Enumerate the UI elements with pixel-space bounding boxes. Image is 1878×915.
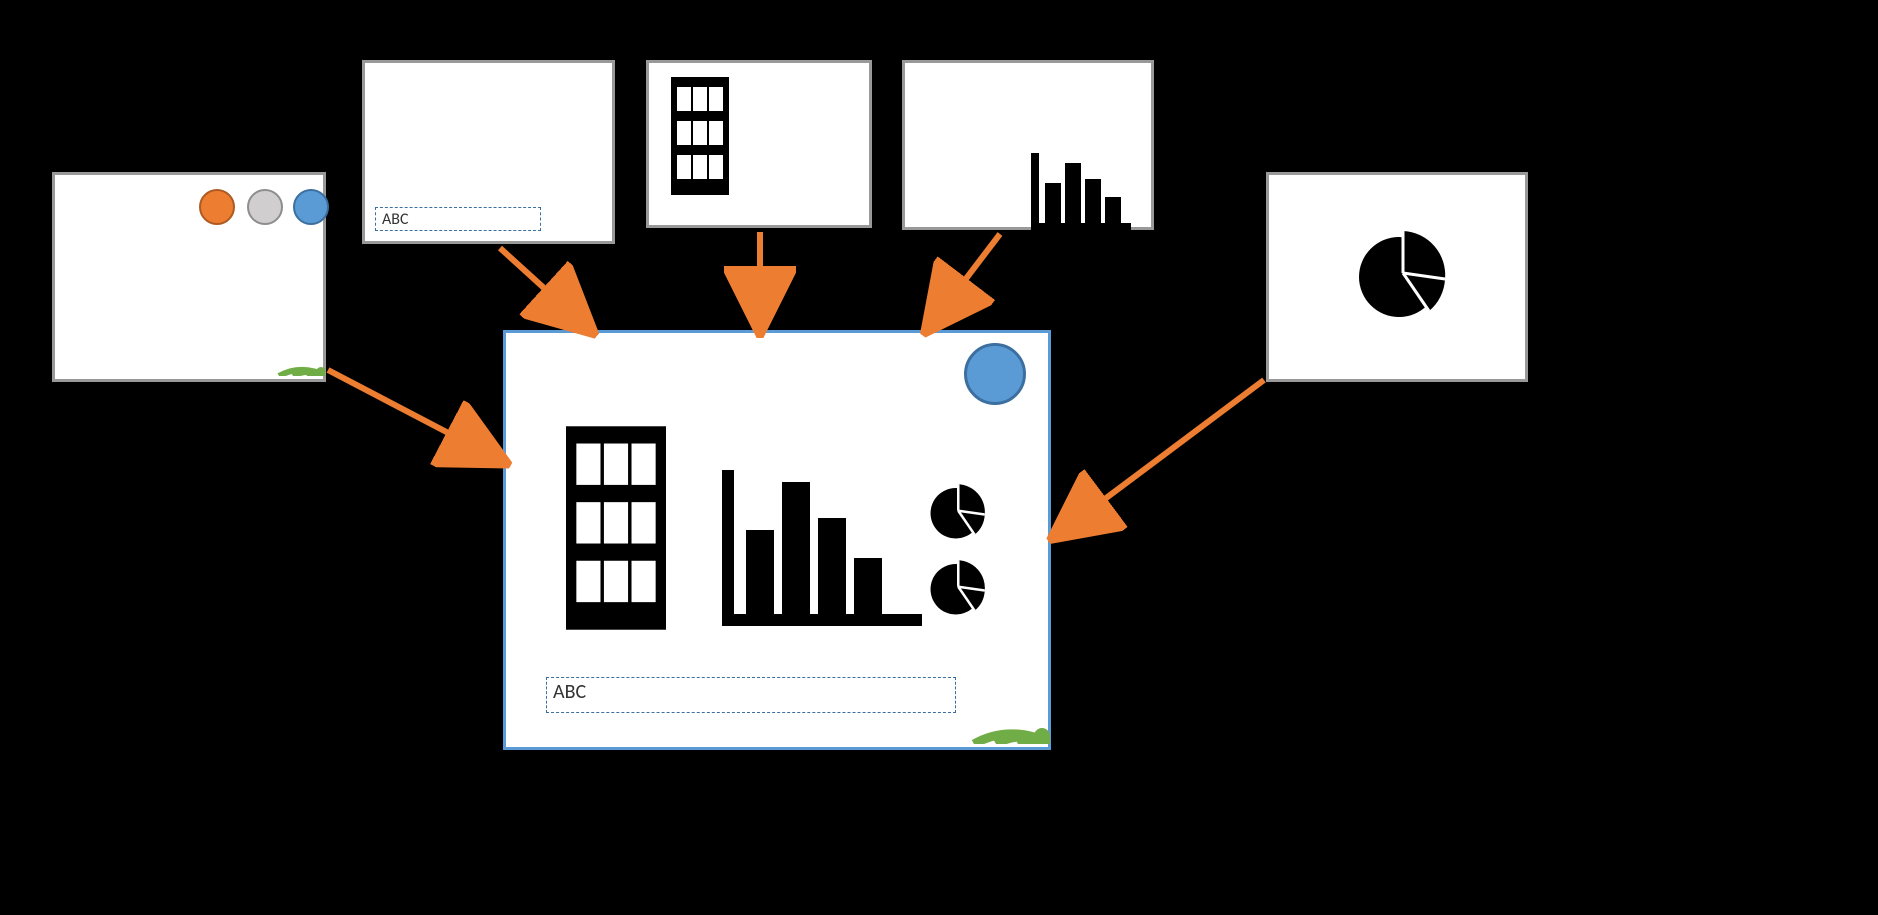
arrow-icon (328, 370, 500, 460)
arrow-icon (930, 234, 1000, 326)
arrow-icon (1058, 380, 1264, 534)
arrow-icon (500, 248, 588, 328)
arrows-layer (0, 0, 1878, 915)
